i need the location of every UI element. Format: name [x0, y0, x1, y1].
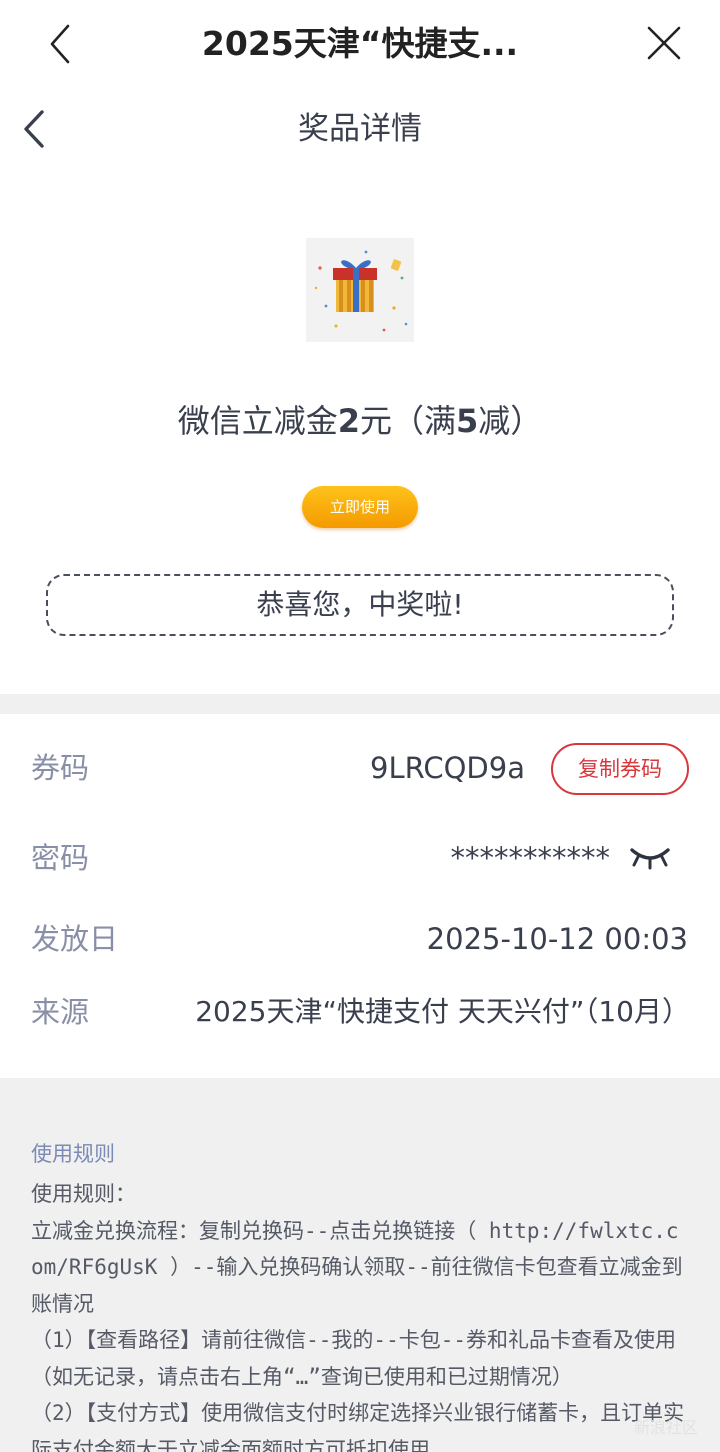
source-row: 来源 2025天津“快捷支付 天天兴付”（10月） [0, 984, 720, 1040]
toggle-password-button[interactable] [628, 844, 672, 870]
issue-date-label: 发放日 [31, 922, 119, 956]
password-row: 密码 *********** [0, 830, 720, 886]
rules-line: 立减金兑换流程：复制兑换码--点击兑换链接（ http://fwlxtc.com… [31, 1218, 683, 1316]
password-value: *********** [450, 841, 611, 875]
prize-name-part: 元（满 [359, 402, 456, 440]
coupon-code-value: 9LRCQD9a [370, 751, 525, 785]
page-title: 奖品详情 [298, 111, 422, 147]
chevron-left-icon [50, 24, 70, 64]
rules-section: 使用规则 使用规则： 立减金兑换流程：复制兑换码--点击兑换链接（ http:/… [0, 1078, 720, 1452]
top-nav-bar: 2025天津“快捷支... [0, 0, 720, 88]
section-divider [0, 694, 720, 714]
password-label: 密码 [31, 841, 90, 875]
prize-name-part: 微信立减金 [177, 402, 338, 440]
rules-body: 使用规则： 立减金兑换流程：复制兑换码--点击兑换链接（ http://fwlx… [31, 1176, 691, 1452]
use-now-button[interactable]: 立即使用 [302, 486, 418, 528]
rules-title: 使用规则 [31, 1142, 115, 1166]
watermark: 新浪社区 [633, 1418, 698, 1437]
gift-image [306, 238, 414, 342]
prize-amount: 2 [337, 402, 360, 440]
source-value: 2025天津“快捷支付 天天兴付”（10月） [195, 995, 690, 1028]
rules-line: 使用规则： [31, 1182, 136, 1206]
eye-closed-icon [630, 848, 670, 870]
prize-name: 微信立减金2元（满5减） [0, 396, 720, 446]
rules-line: （2）【支付方式】使用微信支付时绑定选择兴业银行储蓄卡，且订单实际支付金额大于立… [31, 1401, 685, 1452]
close-button[interactable] [640, 22, 688, 66]
issue-date-value: 2025-10-12 00:03 [426, 922, 688, 956]
webview-title: 2025天津“快捷支... [201, 24, 519, 63]
coupon-code-label: 券码 [31, 751, 90, 785]
source-label: 来源 [31, 995, 90, 1029]
prize-name-part: 减） [478, 402, 543, 440]
prize-threshold: 5 [456, 402, 479, 440]
rules-line: （1）【查看路径】请前往微信--我的--卡包--券和礼品卡查看及使用（如无记录，… [31, 1328, 676, 1389]
copy-code-button[interactable]: 复制券码 [551, 743, 689, 795]
congrats-banner: 恭喜您，中奖啦! [46, 574, 674, 636]
back-button[interactable] [40, 22, 84, 66]
page-header: 奖品详情 [0, 94, 720, 164]
issue-date-row: 发放日 2025-10-12 00:03 [0, 911, 720, 967]
gift-box-icon [314, 250, 408, 332]
close-icon [647, 26, 681, 60]
